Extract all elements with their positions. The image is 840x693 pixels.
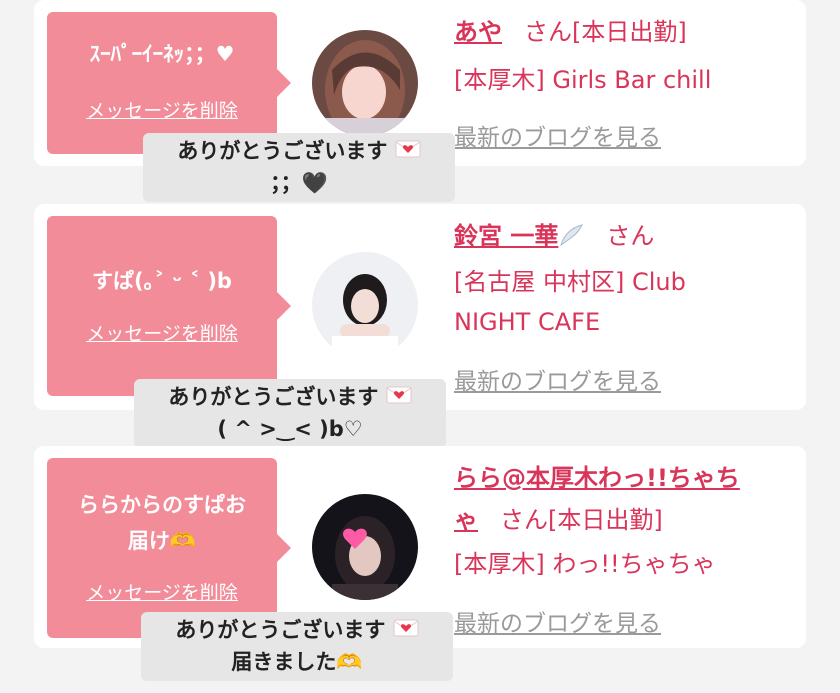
work-status: [本日出勤] bbox=[572, 18, 687, 46]
reply-line: ありがとうございます bbox=[151, 615, 443, 647]
reply-line: ；；🖤 bbox=[270, 170, 328, 195]
cast-name-link[interactable]: ゃ bbox=[454, 506, 478, 534]
delete-message-link[interactable]: メッセージを削除 bbox=[47, 96, 277, 123]
shop-name: [本厚木] わっ!!ちゃちゃ bbox=[454, 550, 716, 578]
shop-name: [名古屋 中村区] Club bbox=[454, 268, 686, 296]
avatar[interactable] bbox=[312, 252, 418, 358]
avatar[interactable] bbox=[312, 494, 418, 600]
honorific: さん bbox=[524, 18, 572, 46]
reply-line: 届きました🫶 bbox=[231, 649, 363, 674]
message-text: ららからのすぱお bbox=[78, 493, 246, 517]
cast-name-link[interactable]: あや bbox=[454, 18, 502, 46]
message-text: 届け🫶 bbox=[127, 529, 197, 553]
cast-name-row: ゃさん[本日出勤] bbox=[454, 500, 663, 540]
delete-message-link[interactable]: メッセージを削除 bbox=[47, 319, 277, 346]
honorific: さん bbox=[606, 222, 655, 250]
latest-blog-link[interactable]: 最新のブログを見る bbox=[454, 604, 661, 638]
cast-name-row: らら@本厚木わっ!!ちゃち bbox=[454, 458, 740, 498]
cast-name-link[interactable]: らら@本厚木わっ!!ちゃち bbox=[454, 464, 740, 492]
feather-wing-icon bbox=[558, 219, 584, 259]
work-status: [本日出勤] bbox=[548, 506, 663, 534]
message-bubble: ららからのすぱお 届け🫶 メッセージを削除 bbox=[47, 458, 291, 638]
latest-blog-link[interactable]: 最新のブログを見る bbox=[454, 362, 661, 396]
delete-message-link[interactable]: メッセージを削除 bbox=[47, 578, 277, 605]
reply-bubble: ありがとうございます 届きました🫶 bbox=[141, 612, 453, 681]
reply-bubble: ありがとうございます ( ^ >‿< )b♡ bbox=[134, 379, 446, 448]
envelope-heart-icon bbox=[395, 137, 421, 168]
honorific: さん bbox=[500, 506, 548, 534]
reply-bubble: ありがとうございます ；；🖤 bbox=[143, 133, 455, 202]
shop-name: NIGHT CAFE bbox=[454, 308, 601, 336]
envelope-heart-icon bbox=[386, 383, 412, 414]
message-text: ｽｰﾊﾟｰｲｰﾈｯ；；♥ bbox=[89, 42, 235, 66]
reply-line: ( ^ >‿< )b♡ bbox=[217, 416, 363, 441]
reply-line: ありがとうございます bbox=[144, 382, 436, 414]
message-text: すぱ(｡˃ ᵕ ˂ )b bbox=[92, 269, 232, 293]
latest-blog-link[interactable]: 最新のブログを見る bbox=[454, 118, 661, 152]
message-bubble: すぱ(｡˃ ᵕ ˂ )b メッセージを削除 bbox=[47, 216, 291, 396]
reply-line: ありがとうございます bbox=[153, 136, 445, 168]
cast-name-row: あや さん[本日出勤] bbox=[454, 12, 687, 52]
cast-name-link[interactable]: 鈴宮 一華 bbox=[454, 222, 558, 250]
envelope-heart-icon bbox=[393, 616, 419, 647]
shop-name: [本厚木] Girls Bar chill bbox=[454, 66, 712, 94]
cast-name-row: 鈴宮 一華 さん bbox=[454, 216, 654, 259]
avatar[interactable] bbox=[312, 30, 418, 136]
